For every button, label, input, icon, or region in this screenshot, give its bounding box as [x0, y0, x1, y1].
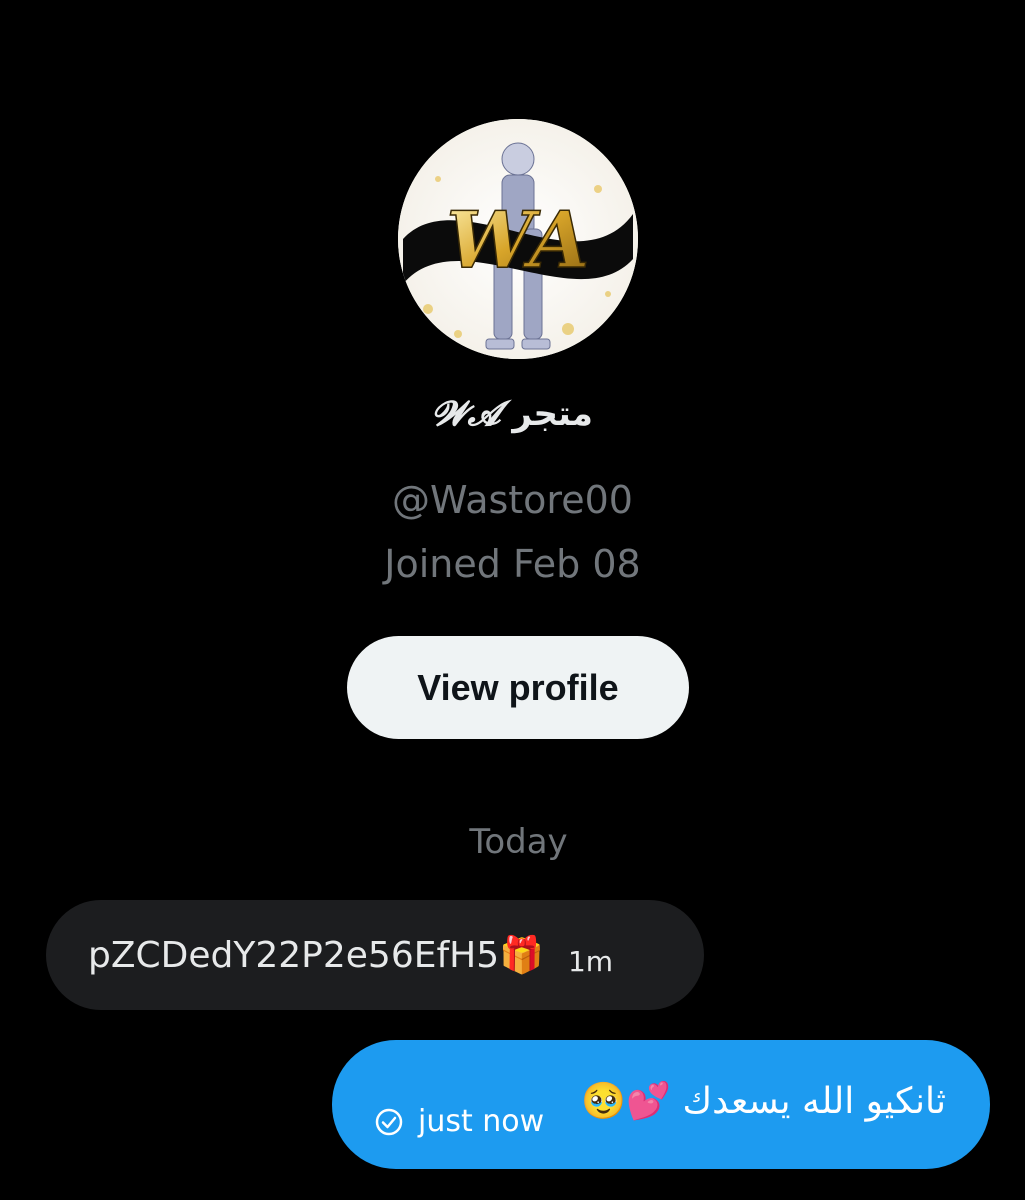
joined-date: Joined Feb 08: [384, 542, 641, 586]
view-profile-button[interactable]: View profile: [347, 636, 689, 739]
message-time: just now: [418, 1104, 545, 1139]
profile-avatar[interactable]: WA: [398, 119, 638, 359]
message-time: 1m: [567, 944, 614, 978]
svg-text:WA: WA: [446, 195, 589, 286]
message-status: just now: [374, 1104, 544, 1139]
day-separator: Today: [469, 822, 568, 862]
display-name-logo: 𝓦𝓐: [432, 394, 501, 434]
profile-handle: @Wastore00: [392, 478, 633, 522]
incoming-message-bubble[interactable]: pZCDedY22P2e56EfH5🎁 1m: [46, 900, 704, 1010]
message-text: ثانكيو الله يسعدك 💕🥹: [581, 1081, 946, 1122]
check-circle-icon: [375, 1108, 403, 1135]
outgoing-message-bubble[interactable]: ثانكيو الله يسعدك 💕🥹 just now: [332, 1040, 990, 1169]
display-name: متجر 𝓦𝓐: [0, 394, 1025, 434]
wa-logo-image: WA: [398, 119, 638, 359]
message-text: pZCDedY22P2e56EfH5🎁: [88, 935, 544, 976]
display-name-arabic: متجر: [512, 394, 593, 434]
